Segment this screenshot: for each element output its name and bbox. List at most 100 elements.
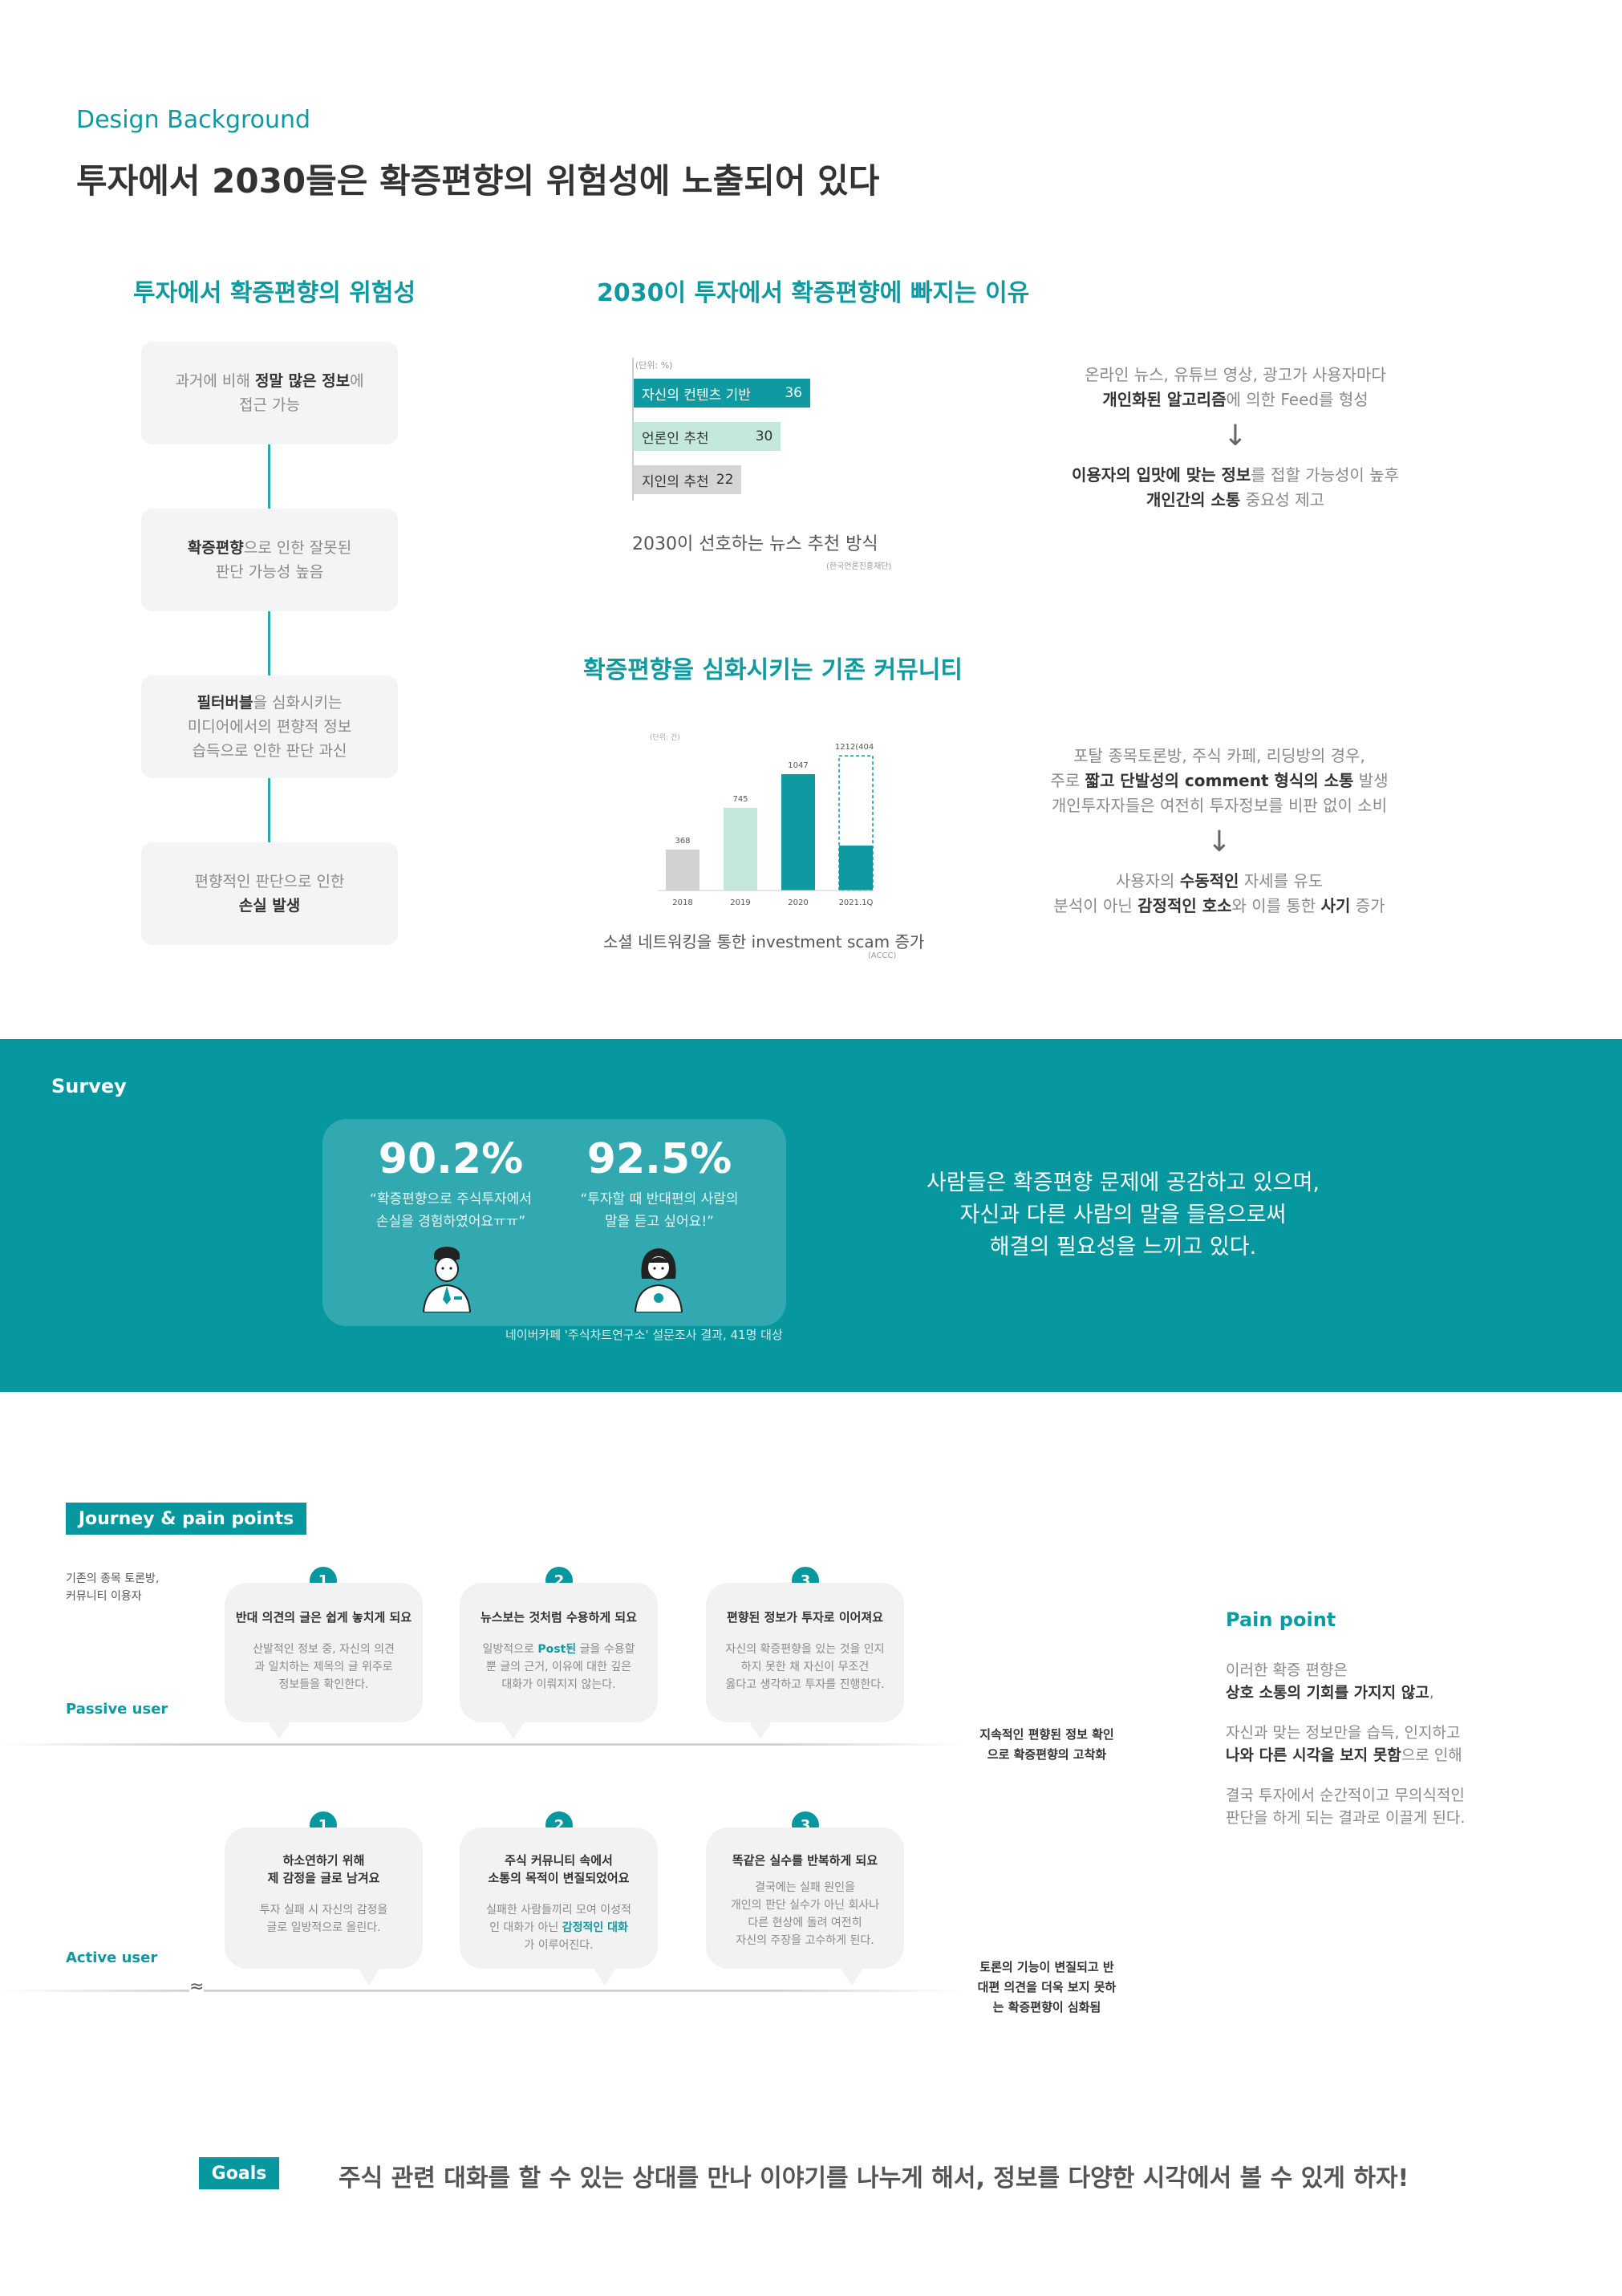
column-bar: [781, 774, 815, 890]
unit-label: (단위: %): [635, 360, 673, 371]
pain-point-text: 이러한 확증 편향은 상호 소통의 기회를 가지지 않고, 자신과 맞는 정보만…: [1226, 1659, 1465, 1829]
step-text: 결국에는 실패 원인을: [755, 1881, 855, 1894]
risk-step-3-line2: 미디어에서의 편향적 정보: [187, 718, 352, 736]
pain-strong: 나와 다른 시각을 보지 못함: [1226, 1746, 1401, 1764]
bubble-tail: [594, 1968, 616, 1986]
passive-step-2: 뉴스보는 것처럼 수용하게 되요 일방적으로 Post된 글을 수용할 뿐 글의…: [460, 1583, 658, 1722]
step-text: 대화가 이뤄지지 않는다.: [501, 1678, 616, 1691]
step-title: 소통의 목적이 변질되었어요: [488, 1871, 630, 1885]
column-value-label: 1212(404): [835, 743, 874, 752]
pain-point-title: Pain point: [1226, 1608, 1336, 1631]
connector-line: [268, 778, 270, 842]
pain-line: 결국 투자에서 순간적이고 무의식적인: [1226, 1787, 1465, 1804]
column-chart-caption: 소셜 네트워킹을 통한 investment scam 증가: [603, 932, 925, 951]
stat-quote-1: “확증편향으로 주식투자에서 손실을 경험하였어요ㅠㅠ”: [347, 1188, 555, 1233]
step-title: 뉴스보는 것처럼 수용하게 되요: [480, 1610, 638, 1625]
expl-text: 자세를 유도: [1239, 871, 1324, 890]
expl-text: 와 이를 통한: [1231, 896, 1321, 915]
context-line: 기존의 종목 토론방,: [66, 1572, 160, 1585]
expl-text: 에 의한 Feed를 형성: [1226, 390, 1369, 409]
bar-journalist: 언론인 추천 30: [634, 422, 781, 451]
expl-line: 포탈 종목토론방, 주식 카페, 리딩방의 경우,: [1073, 746, 1365, 765]
bar-label: 지인의 추천: [642, 473, 709, 490]
column-category-label: 2019: [730, 899, 750, 907]
goals-tag: Goals: [199, 2157, 279, 2189]
step-highlight: Post된: [537, 1643, 577, 1656]
note-line: 지속적인 편향된 정보 확인: [979, 1727, 1114, 1742]
column-bar: [724, 807, 757, 890]
step-title: 편향된 정보가 투자로 이어져요: [726, 1610, 884, 1625]
step-text: 자신의 주장을 고수하게 된다.: [736, 1934, 874, 1947]
eyebrow: Design Background: [76, 106, 311, 134]
step-title: 똑같은 실수를 반복하게 되요: [732, 1853, 878, 1868]
context-line: 커뮤니티 이용자: [66, 1590, 142, 1603]
bubble-tail: [749, 1722, 772, 1739]
connector-line: [268, 611, 270, 675]
risk-step-1-line2: 접근 가능: [239, 396, 300, 414]
column-value-label: 745: [732, 795, 748, 804]
risk-step-1-strong: 정말 많은 정보: [254, 372, 351, 390]
message-line: 해결의 필요성을 느끼고 있다.: [989, 1235, 1257, 1260]
note-line: 토론의 기능이 변질되고 반: [979, 1960, 1114, 1974]
expl-text: 분석이 아닌: [1053, 896, 1138, 915]
note-line: 대편 의견을 더욱 보지 못하: [977, 1980, 1117, 1994]
expl-strong: 이용자의 입맛에 맞는 정보: [1072, 465, 1251, 485]
bar-value: 22: [716, 472, 734, 488]
bar-chart-caption: 2030이 선호하는 뉴스 추천 방식: [632, 534, 878, 554]
bubble-tail: [502, 1722, 525, 1739]
expl-strong: 개인간의 소통: [1146, 490, 1241, 509]
chart-unit-label: (단위: 건): [650, 733, 680, 742]
step-text: 실패한 사람들끼리 모여 이성적: [486, 1904, 631, 1917]
wave-break-icon: ≈: [189, 1977, 205, 1997]
bar-value: 30: [755, 428, 773, 444]
passive-outcome-note: 지속적인 편향된 정보 확인 으로 확증편향의 고착화: [971, 1725, 1123, 1765]
risk-step-1-text: 과거에 비해: [175, 372, 255, 390]
step-text: 개인의 판단 실수가 아닌 회사나: [730, 1899, 880, 1912]
step-text: 글로 일방적으로 올린다.: [266, 1921, 381, 1934]
expl-text: 를 접할 가능성이 높후: [1251, 465, 1399, 485]
note-line: 는 확증편향이 심화됨: [992, 2000, 1101, 2014]
arrow-down-icon: ↓: [1206, 826, 1232, 858]
step-text: 산발적인 정보 중, 자신의 의견: [253, 1643, 395, 1656]
active-user-label: Active user: [66, 1949, 158, 1966]
step-text: 다른 현상에 돌려 여전히: [748, 1917, 862, 1929]
column-value-label: 368: [675, 837, 690, 846]
step-text: 투자 실패 시 자신의 감정을: [259, 1904, 388, 1917]
quote-line: “확증편향으로 주식투자에서: [370, 1191, 532, 1207]
survey-source: 네이버카페 '주식차트연구소' 설문조사 결과, 41명 대상: [505, 1328, 783, 1342]
woman-avatar-icon: [634, 1248, 683, 1312]
expl-text: 발생: [1353, 771, 1389, 790]
survey-label: Survey: [51, 1075, 127, 1097]
step-text: 옳다고 생각하고 투자를 진행한다.: [725, 1678, 885, 1691]
pain-text: ,: [1429, 1684, 1434, 1702]
step-text: 하지 못한 채 자신이 무조건: [740, 1661, 870, 1673]
active-step-3: 똑같은 실수를 반복하게 되요 결국에는 실패 원인을 개인의 판단 실수가 아…: [706, 1827, 904, 1969]
community-section-title: 확증편향을 심화시키는 기존 커뮤니티: [583, 656, 963, 684]
risk-step-3-post: 을 심화시키는: [253, 694, 343, 712]
active-outcome-note: 토론의 기능이 변질되고 반 대편 의견을 더욱 보지 못하 는 확증편향이 심…: [971, 1957, 1123, 2018]
pain-line: 이러한 확증 편향은: [1226, 1661, 1348, 1679]
step-text: 인 대화가 아닌: [489, 1921, 562, 1934]
reasons-explanation: 온라인 뉴스, 유튜브 영상, 광고가 사용자마다 개인화된 알고리즘에 의한 …: [1011, 363, 1460, 513]
risk-step-3-line3: 습득으로 인한 판단 과신: [192, 742, 347, 760]
expl-strong: 사기: [1320, 896, 1351, 915]
risk-step-1-post: 에: [350, 372, 364, 390]
passive-journey-line: [0, 1743, 963, 1746]
risk-step-3: 필터버블을 심화시키는 미디어에서의 편향적 정보 습득으로 인한 판단 과신: [141, 675, 398, 778]
risk-step-3-strong: 필터버블: [197, 694, 253, 712]
message-line: 사람들은 확증편향 문제에 공감하고 있으며,: [926, 1170, 1320, 1195]
expl-strong: 개인화된 알고리즘: [1102, 390, 1227, 409]
step-text: 정보들을 확인한다.: [278, 1678, 369, 1691]
stat-quote-2: “투자할 때 반대편의 사람의 말을 듣고 싶어요!”: [555, 1188, 764, 1233]
risk-step-2: 확증편향으로 인한 잘못된 판단 가능성 높음: [141, 509, 398, 611]
expl-text: 사용자의: [1115, 871, 1180, 890]
survey-band: [0, 1039, 1622, 1392]
active-journey-line: [0, 1990, 963, 1992]
pain-line: 판단을 하게 되는 결과로 이끌게 된다.: [1226, 1809, 1466, 1827]
column-bar: [666, 850, 699, 890]
quote-line: “투자할 때 반대편의 사람의: [580, 1191, 739, 1207]
scam-bar-chart: (단위: 건) 368 2018 745 2019 1047 2020 1212(404) 2…: [650, 733, 874, 907]
step-text: 뿐 글의 근거, 이유에 대한 깊은: [485, 1661, 632, 1673]
expl-text: 중요성 제고: [1240, 490, 1325, 509]
column-category-label: 2020: [788, 899, 808, 907]
